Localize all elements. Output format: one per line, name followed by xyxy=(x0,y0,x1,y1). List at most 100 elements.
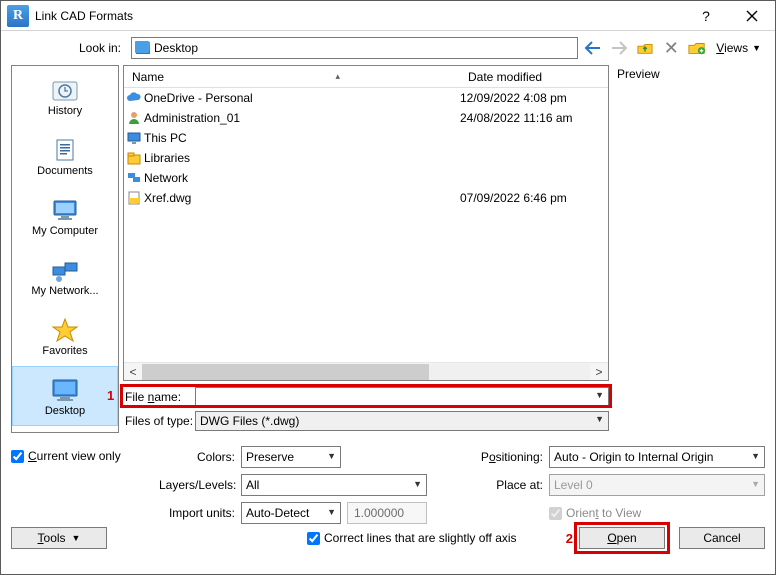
app-icon: R xyxy=(7,5,29,27)
sort-asc-icon: ▴ xyxy=(335,71,340,82)
file-date: 07/09/2022 6:46 pm xyxy=(460,191,608,205)
units-scale: 1.000000 xyxy=(347,502,427,524)
desktop-icon xyxy=(49,376,81,404)
file-list[interactable]: Name▴ Date modified OneDrive - Personal … xyxy=(123,65,609,381)
file-date: 12/09/2022 4:08 pm xyxy=(460,91,608,105)
list-item[interactable]: This PC xyxy=(124,128,608,148)
nav-up-icon[interactable] xyxy=(634,37,656,59)
place-history[interactable]: History xyxy=(12,66,118,126)
correct-lines-input[interactable] xyxy=(307,532,320,545)
window-title: Link CAD Formats xyxy=(35,9,133,23)
layers-select[interactable]: All xyxy=(241,474,427,496)
filename-row: File name: ▼ xyxy=(123,385,609,409)
place-label: Documents xyxy=(37,166,93,177)
annotation-2: 2 xyxy=(566,531,573,546)
caret-down-icon: ▼ xyxy=(595,390,604,400)
libraries-icon xyxy=(124,151,144,165)
list-item[interactable]: Xref.dwg 07/09/2022 6:46 pm xyxy=(124,188,608,208)
filetype-label: Files of type: xyxy=(123,414,195,428)
correct-lines-label: Correct lines that are slightly off axis xyxy=(324,531,517,545)
colors-label: Colors: xyxy=(159,450,241,464)
user-icon xyxy=(124,111,144,125)
caret-down-icon: ▼ xyxy=(752,43,761,53)
filetype-row: Files of type: DWG Files (*.dwg) ▼ xyxy=(123,409,609,433)
caret-down-icon: ▼ xyxy=(72,533,81,543)
filename-combo[interactable]: ▼ xyxy=(195,387,609,407)
file-name: Libraries xyxy=(144,151,460,165)
preview-label: Preview xyxy=(617,67,765,81)
current-view-only-checkbox[interactable]: Current view only xyxy=(11,449,159,463)
file-date: 24/08/2022 11:16 am xyxy=(460,111,608,125)
place-my-network[interactable]: My Network... xyxy=(12,246,118,306)
lookin-select[interactable]: Desktop xyxy=(131,37,578,59)
history-icon xyxy=(49,76,81,104)
open-button[interactable]: Open xyxy=(579,527,665,549)
place-documents[interactable]: Documents xyxy=(12,126,118,186)
orient-to-view-checkbox: Orient to View xyxy=(549,506,641,520)
place-desktop[interactable]: Desktop xyxy=(12,366,118,426)
file-name: This PC xyxy=(144,131,460,145)
filename-label: File name: xyxy=(123,390,195,404)
correct-lines-checkbox[interactable]: Correct lines that are slightly off axis xyxy=(307,531,517,545)
colors-select[interactable]: Preserve xyxy=(241,446,341,468)
place-label: My Network... xyxy=(31,286,98,297)
tools-button[interactable]: Tools ▼ xyxy=(11,527,107,549)
favorites-icon xyxy=(49,316,81,344)
lookin-label: Look in: xyxy=(11,41,127,55)
titlebar: R Link CAD Formats ? xyxy=(1,1,775,31)
scroll-left-icon[interactable]: < xyxy=(124,365,142,379)
nav-forward-icon xyxy=(608,37,630,59)
list-item[interactable]: OneDrive - Personal 12/09/2022 4:08 pm xyxy=(124,88,608,108)
scroll-right-icon[interactable]: > xyxy=(590,365,608,379)
folder-icon xyxy=(135,41,149,53)
caret-down-icon: ▼ xyxy=(595,414,604,424)
lookin-row: Look in: Desktop ✕ Views ▼ xyxy=(11,35,765,61)
new-folder-icon[interactable] xyxy=(686,37,708,59)
pc-icon xyxy=(124,131,144,145)
help-button[interactable]: ? xyxy=(683,1,729,31)
placeat-select: Level 0 xyxy=(549,474,765,496)
file-name: OneDrive - Personal xyxy=(144,91,460,105)
places-bar: History Documents My Computer xyxy=(11,65,119,433)
close-button[interactable] xyxy=(729,1,775,31)
file-name: Administration_01 xyxy=(144,111,460,125)
horizontal-scrollbar[interactable]: < > xyxy=(124,362,608,380)
filetype-combo[interactable]: DWG Files (*.dwg) ▼ xyxy=(195,411,609,431)
list-item[interactable]: Network xyxy=(124,168,608,188)
positioning-select[interactable]: Auto - Origin to Internal Origin xyxy=(549,446,765,468)
units-label: Import units: xyxy=(159,506,241,520)
dwg-file-icon xyxy=(124,191,144,205)
positioning-label: Positioning: xyxy=(467,450,549,464)
network-folder-icon xyxy=(124,171,144,185)
current-view-only-input[interactable] xyxy=(11,450,24,463)
orient-to-view-input xyxy=(549,507,562,520)
place-favorites[interactable]: Favorites xyxy=(12,306,118,366)
documents-icon xyxy=(49,136,81,164)
units-select[interactable]: Auto-Detect xyxy=(241,502,341,524)
place-label: Favorites xyxy=(42,346,87,357)
place-label: My Computer xyxy=(32,226,98,237)
list-item[interactable]: Administration_01 24/08/2022 11:16 am xyxy=(124,108,608,128)
computer-icon xyxy=(49,196,81,224)
preview-pane: Preview xyxy=(613,65,765,433)
views-button[interactable]: Views ▼ xyxy=(712,37,765,59)
lookin-combo[interactable]: Desktop xyxy=(131,37,578,59)
filetype-value: DWG Files (*.dwg) xyxy=(196,412,608,430)
place-label: History xyxy=(48,106,82,117)
col-header-date[interactable]: Date modified xyxy=(460,70,608,84)
cancel-button[interactable]: Cancel xyxy=(679,527,765,549)
nav-back-icon[interactable] xyxy=(582,37,604,59)
file-name: Xref.dwg xyxy=(144,191,460,205)
list-item[interactable]: Libraries xyxy=(124,148,608,168)
network-icon xyxy=(49,256,81,284)
list-header-row: Name▴ Date modified xyxy=(124,66,608,88)
delete-icon[interactable]: ✕ xyxy=(660,37,682,59)
col-header-name[interactable]: Name▴ xyxy=(124,70,460,84)
place-my-computer[interactable]: My Computer xyxy=(12,186,118,246)
place-label: Desktop xyxy=(45,406,85,417)
annotation-1: 1 xyxy=(107,388,114,403)
scroll-thumb[interactable] xyxy=(142,364,429,380)
layers-label: Layers/Levels: xyxy=(159,478,241,492)
cloud-icon xyxy=(124,91,144,105)
file-name: Network xyxy=(144,171,460,185)
